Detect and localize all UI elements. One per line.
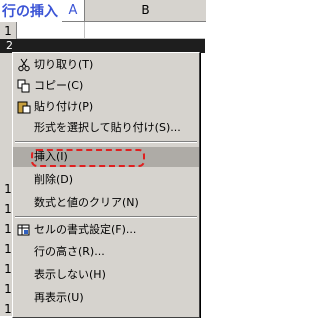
menu-item-insert[interactable]: 挿入(I) (13, 147, 199, 167)
menu-item-format-cells[interactable]: セルの書式設定(F)... (13, 220, 199, 240)
menu-item-copy[interactable]: コピー(C) (13, 76, 199, 96)
menu-item-cut[interactable]: 切り取り(T) (13, 55, 199, 75)
menu-item-label: 削除(D) (34, 173, 74, 186)
menu-item-label: 切り取り(T) (34, 58, 94, 71)
selected-row[interactable] (0, 39, 205, 53)
row-number-1[interactable]: 1 (0, 24, 16, 38)
menu-item-delete[interactable]: 削除(D) (13, 170, 199, 190)
menu-item-label: 形式を選択して貼り付け(S)... (34, 121, 181, 134)
menu-item-unhide[interactable]: 再表示(U) (13, 288, 199, 308)
context-menu: 切り取り(T) コピー(C) 貼り付け(P) 形式を選択して貼り付け(S)...… (12, 52, 200, 318)
menu-item-label: 数式と値のクリア(N) (34, 196, 139, 209)
scissors-icon (18, 58, 30, 72)
column-header-b[interactable]: B (84, 0, 206, 22)
column-header-bar: 行の挿入 A B (0, 0, 206, 22)
format-cells-icon (17, 224, 30, 236)
menu-separator (15, 141, 197, 143)
selected-row-number: 2 (6, 39, 13, 52)
menu-item-label: 挿入(I) (34, 150, 68, 163)
menu-separator (15, 216, 197, 218)
menu-item-label: セルの書式設定(F)... (34, 223, 137, 236)
menu-item-label: 再表示(U) (34, 291, 84, 304)
menu-item-paste[interactable]: 貼り付け(P) (13, 97, 199, 117)
name-box-text: 行の挿入 (2, 4, 58, 20)
menu-item-label: 表示しない(H) (34, 268, 106, 281)
menu-item-paste-special[interactable]: 形式を選択して貼り付け(S)... (13, 118, 199, 138)
menu-item-label: 行の高さ(R)... (34, 245, 105, 258)
paste-icon (17, 101, 31, 114)
menu-item-hide[interactable]: 表示しない(H) (13, 265, 199, 285)
column-header-a[interactable]: A (62, 0, 84, 22)
menu-item-clear-contents[interactable]: 数式と値のクリア(N) (13, 193, 199, 213)
menu-item-row-height[interactable]: 行の高さ(R)... (13, 242, 199, 262)
copy-icon (17, 79, 30, 93)
menu-item-label: コピー(C) (34, 79, 84, 92)
menu-item-label: 貼り付け(P) (34, 100, 94, 113)
